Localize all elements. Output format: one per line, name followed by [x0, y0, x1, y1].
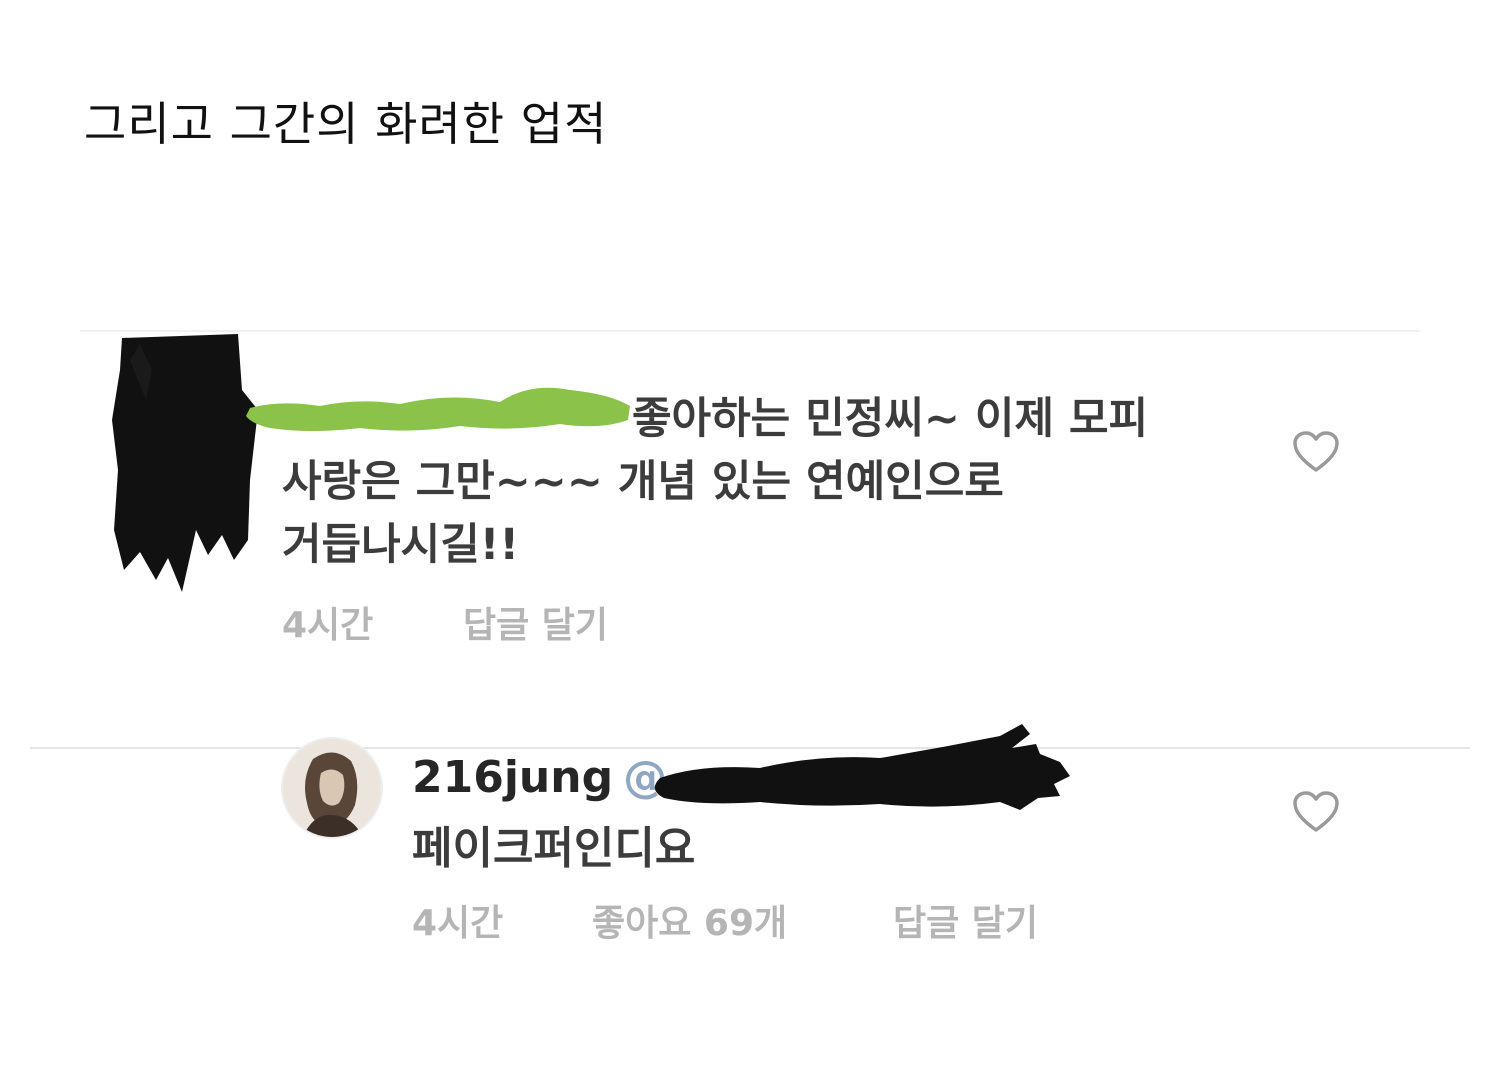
divider [80, 330, 1420, 332]
heart-icon[interactable] [1292, 790, 1340, 834]
instagram-comments-screenshot: 좋아하는 민정씨~ 이제 모피 사랑은 그만~~~ 개념 있는 연예인으로 거듭… [0, 300, 1500, 1000]
comment-1-line-2: 사랑은 그만~~~ 개념 있는 연예인으로 [282, 457, 1004, 507]
comment-1-text: 좋아하는 민정씨~ 이제 모피 사랑은 그만~~~ 개념 있는 연예인으로 거듭… [282, 388, 1242, 577]
comment-2-author: 216jung @ [412, 752, 667, 803]
username-link[interactable]: 216jung [412, 752, 613, 803]
heart-icon[interactable] [1292, 430, 1340, 474]
comment-2-reply-button[interactable]: 답글 달기 [893, 894, 1038, 946]
comment-1-line-3: 거듭나시길!! [282, 520, 520, 570]
avatar[interactable] [281, 737, 383, 839]
comment-2-timestamp: 4시간 [412, 903, 504, 944]
redacted-avatar [112, 334, 258, 592]
comment-2-text: 페이크퍼인디요 [412, 823, 696, 874]
comment-1-line-1: 좋아하는 민정씨~ 이제 모피 [632, 394, 1149, 444]
post-caption: 그리고 그간의 화려한 업적 [84, 97, 608, 151]
comment-1-reply-button[interactable]: 답글 달기 [463, 596, 608, 648]
comment-2-likes-count[interactable]: 좋아요 69개 [592, 894, 787, 946]
redacted-mention [654, 724, 1070, 810]
avatar-photo [283, 739, 381, 837]
comment-1-timestamp: 4시간 [282, 605, 374, 646]
